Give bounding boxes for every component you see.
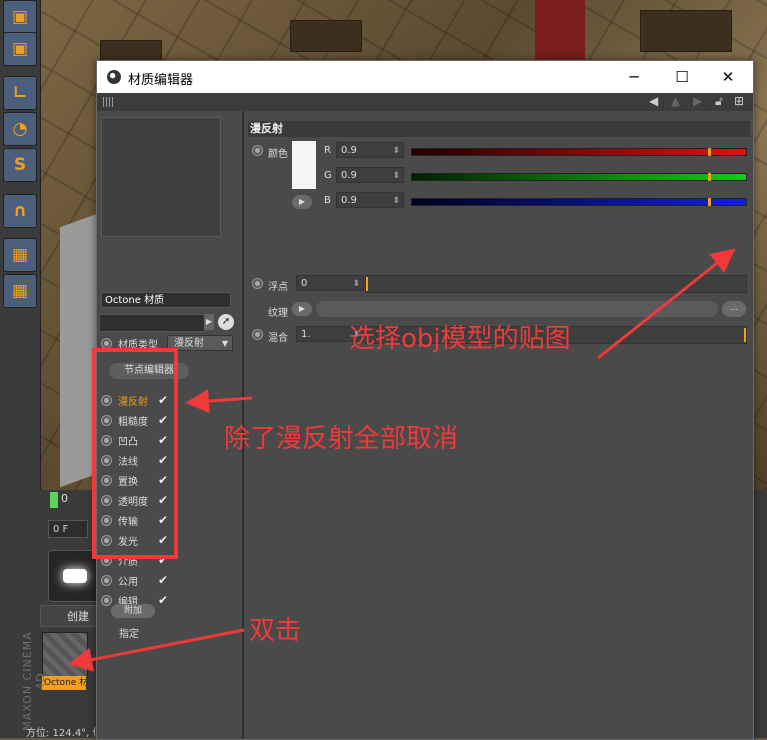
light-glow xyxy=(63,569,87,583)
b-label: B xyxy=(324,195,331,206)
scene-block xyxy=(290,20,362,52)
b-slider-tick[interactable] xyxy=(708,198,711,206)
snap-icon[interactable]: S xyxy=(3,148,37,182)
g-label: G xyxy=(324,170,332,181)
float-label: 浮点 xyxy=(268,282,288,293)
grid-rotate-icon[interactable]: ▦ xyxy=(3,274,37,308)
create-tab[interactable]: 创建 xyxy=(40,605,100,627)
material-slot-label[interactable]: Octone 材 xyxy=(42,676,86,690)
material-type-value: 漫反射 xyxy=(174,338,204,349)
r-value-input[interactable]: 0.9 xyxy=(336,142,404,159)
up-arrow-icon[interactable]: ▲ xyxy=(671,94,680,108)
lock-icon[interactable]: 🔓︎ xyxy=(715,94,723,109)
chevron-down-icon: ▼ xyxy=(221,339,228,348)
material-name-input[interactable]: Octone 材质 xyxy=(101,292,231,308)
new-panel-icon[interactable]: ⊞ xyxy=(734,94,744,108)
g-value-input[interactable]: 0.9 xyxy=(336,167,404,184)
back-arrow-icon[interactable]: ◀ xyxy=(649,94,658,108)
maximize-button[interactable]: ☐ xyxy=(659,65,705,89)
checkbox-checkmark-icon[interactable]: ✔ xyxy=(158,573,168,587)
annotation-box xyxy=(92,348,178,559)
float-slider[interactable] xyxy=(365,275,747,293)
radio-icon[interactable] xyxy=(101,337,112,349)
timeline-zero: 0 xyxy=(61,492,68,505)
scene-block xyxy=(640,10,732,52)
checkbox-checkmark-icon[interactable]: ✔ xyxy=(158,593,168,607)
b-value-input[interactable]: 0.9 xyxy=(336,192,404,209)
app-icon xyxy=(107,70,121,84)
r-slider-tick[interactable] xyxy=(708,148,711,156)
cinema4d-logo: MAXON CINEMA 4D xyxy=(21,631,47,731)
annotation-obj-texture: 选择obj模型的贴图 xyxy=(349,324,571,354)
cursor-icon[interactable]: ➚ xyxy=(218,314,234,330)
radio-icon[interactable] xyxy=(101,594,112,606)
b-slider[interactable] xyxy=(411,198,747,206)
texture-label: 纹理 xyxy=(268,308,288,319)
radio-icon[interactable] xyxy=(101,574,112,586)
close-button[interactable]: ✕ xyxy=(705,65,751,89)
radio-icon[interactable] xyxy=(252,329,263,340)
window-title: 材质编辑器 xyxy=(128,73,194,88)
title-bar[interactable]: 材质编辑器 ─ ☐ ✕ xyxy=(97,61,753,93)
attach-button[interactable]: 附加 xyxy=(111,604,155,618)
r-slider[interactable] xyxy=(411,148,747,156)
left-toolbar: ▣ ▣ ∟ ◔ S ∩ ▦ ▦ xyxy=(0,0,41,738)
mouse-icon[interactable]: ◔ xyxy=(3,112,37,146)
radio-icon[interactable] xyxy=(252,278,263,289)
menu-bar: ◀ ▲ ▶ 🔓︎ ⊞ xyxy=(97,93,753,111)
frame-field[interactable]: 0 F xyxy=(48,520,88,538)
g-slider-tick[interactable] xyxy=(708,173,711,181)
float-slider-handle[interactable] xyxy=(366,277,368,291)
color-swatch[interactable] xyxy=(292,141,316,189)
cube-icon[interactable]: ▣ xyxy=(3,32,37,66)
grip-icon[interactable] xyxy=(103,97,115,107)
layer-arrow-icon[interactable]: ▶ xyxy=(204,314,214,330)
annotation-uncheck-all: 除了漫反射全部取消 xyxy=(224,424,459,454)
g-slider[interactable] xyxy=(411,173,747,181)
minimize-button[interactable]: ─ xyxy=(611,65,657,89)
scene-character xyxy=(535,0,585,60)
texture-browse-button[interactable]: ... xyxy=(722,301,746,317)
r-label: R xyxy=(324,145,331,156)
timeline-marker[interactable] xyxy=(50,492,58,508)
forward-icon[interactable]: ▶ xyxy=(693,94,702,108)
material-slot[interactable] xyxy=(42,632,88,678)
grid-lock-icon[interactable]: ▦ xyxy=(3,238,37,272)
play-icon[interactable]: ▶ xyxy=(292,195,312,209)
annotation-double-click: 双击 xyxy=(249,616,302,646)
axis-icon[interactable]: ∟ xyxy=(3,76,37,110)
color-label: 颜色 xyxy=(268,149,288,160)
channel-row[interactable]: 公用 ✔ xyxy=(101,571,168,589)
cube-icon[interactable]: ▣ xyxy=(3,0,37,34)
radio-icon[interactable] xyxy=(252,145,263,156)
play-icon[interactable]: ▶ xyxy=(292,302,312,316)
mix-slider-handle[interactable] xyxy=(744,328,746,342)
channel-label[interactable]: 公用 xyxy=(118,573,156,588)
material-preview[interactable] xyxy=(101,117,221,237)
layer-field[interactable] xyxy=(99,314,205,332)
mix-label: 混合 xyxy=(268,333,288,344)
magnet-icon[interactable]: ∩ xyxy=(3,194,37,228)
float-value-input[interactable]: 0 xyxy=(296,275,364,292)
section-title: 漫反射 xyxy=(248,121,750,137)
texture-field[interactable] xyxy=(316,301,718,317)
material-editor-window: 材质编辑器 ─ ☐ ✕ ◀ ▲ ▶ 🔓︎ ⊞ Octone 材质 ▶ ➚ 材质类… xyxy=(96,60,754,740)
assign-label[interactable]: 指定 xyxy=(119,625,139,640)
